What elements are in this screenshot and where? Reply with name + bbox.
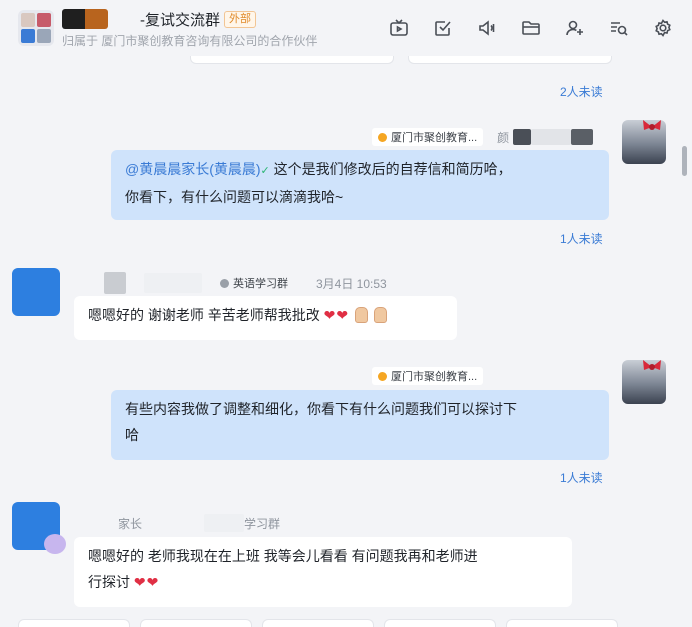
previous-attachments bbox=[190, 56, 612, 64]
avatar-decoration bbox=[44, 534, 66, 554]
next-attachments bbox=[18, 619, 618, 627]
group-tag-label: 英语学习群 bbox=[233, 278, 288, 290]
org-tag: 厦门市聚创教育... bbox=[372, 128, 484, 146]
redacted-name bbox=[531, 129, 572, 145]
redacted-name bbox=[104, 272, 126, 294]
file-card[interactable] bbox=[18, 619, 130, 627]
unread-count[interactable]: 1人未读 bbox=[560, 230, 603, 247]
file-card[interactable] bbox=[384, 619, 496, 627]
message-bubble[interactable]: 有些内容我做了调整和细化，你看下有什么问题我们可以探讨下 哈 bbox=[111, 390, 609, 460]
member-avatar bbox=[37, 13, 51, 27]
org-icon bbox=[378, 371, 387, 381]
announcement-icon[interactable] bbox=[472, 14, 502, 42]
unread-count[interactable]: 2人未读 bbox=[560, 83, 603, 100]
tv-icon[interactable] bbox=[384, 14, 414, 42]
member-avatar bbox=[37, 29, 51, 43]
member-avatar bbox=[21, 29, 35, 43]
avatar[interactable] bbox=[12, 502, 66, 554]
bow-icon bbox=[643, 120, 661, 130]
fist-emoji-icon bbox=[355, 307, 369, 323]
message-bubble[interactable]: @黄晨晨家长(黄晨晨)✓ 这个是我们修改后的自荐信和简历哈， 你看下，有什么问题… bbox=[111, 150, 609, 220]
sender-name: 家长 bbox=[118, 516, 143, 531]
heart-emoji: ❤❤ bbox=[133, 574, 160, 590]
mention[interactable]: @黄晨晨家长(黄晨晨) bbox=[125, 161, 261, 177]
group-subtitle: 归属于 厦门市聚创教育咨询有限公司的合作伙伴 bbox=[62, 34, 318, 48]
task-check-icon[interactable] bbox=[428, 14, 458, 42]
add-member-icon[interactable] bbox=[560, 14, 590, 42]
file-card[interactable] bbox=[190, 56, 394, 64]
file-card[interactable] bbox=[506, 619, 618, 627]
redacted-name bbox=[144, 273, 202, 293]
avatar[interactable] bbox=[622, 120, 666, 164]
message-text: 这个是我们修改后的自荐信和简历哈， bbox=[269, 161, 512, 177]
redacted-name bbox=[571, 129, 594, 145]
message-text: 有些内容我做了调整和细化，你看下有什么问题我们可以探讨下 bbox=[125, 401, 517, 417]
sender-name: 颜 bbox=[497, 130, 510, 145]
message-bubble[interactable]: 嗯嗯好的 老师我现在在上班 我等会儿看看 有问题我再和老师进 行探讨 ❤❤ bbox=[74, 537, 572, 607]
file-card[interactable] bbox=[408, 56, 612, 64]
redacted-name bbox=[513, 129, 532, 145]
org-icon bbox=[378, 132, 387, 142]
file-card[interactable] bbox=[262, 619, 374, 627]
timestamp: 3月4日 10:53 bbox=[316, 276, 387, 291]
bow-icon bbox=[643, 360, 661, 370]
message-text: 哈 bbox=[125, 427, 139, 443]
group-tag-label: 学习群 bbox=[244, 516, 281, 531]
avatar[interactable] bbox=[12, 268, 60, 316]
org-tag-label: 厦门市聚创教育... bbox=[391, 132, 478, 144]
message-text: 你看下，有什么问题可以滴滴我哈~ bbox=[125, 189, 344, 205]
group-icon bbox=[220, 278, 229, 288]
scrollbar-thumb[interactable] bbox=[682, 146, 687, 176]
group-avatar[interactable] bbox=[18, 10, 54, 46]
message-text: 嗯嗯好的 谢谢老师 辛苦老师帮我批改 bbox=[88, 307, 320, 323]
header-toolbar bbox=[384, 14, 678, 42]
message-meta: 英语学习群 3月4日 10:53 bbox=[104, 272, 387, 294]
message-meta: 厦门市聚创教育... bbox=[372, 367, 484, 385]
avatar[interactable] bbox=[622, 360, 666, 404]
redacted-name bbox=[204, 514, 245, 532]
message-meta: 家长 学习群 bbox=[118, 514, 280, 532]
message-text: 嗯嗯好的 老师我现在在上班 我等会儿看看 有问题我再和老师进 bbox=[88, 548, 478, 564]
search-history-icon[interactable] bbox=[604, 14, 634, 42]
heart-emoji: ❤❤ bbox=[323, 307, 350, 323]
message-meta: 厦门市聚创教育... 颜 bbox=[372, 128, 594, 146]
file-card[interactable] bbox=[140, 619, 252, 627]
settings-icon[interactable] bbox=[648, 14, 678, 42]
org-tag-label: 厦门市聚创教育... bbox=[391, 371, 478, 383]
group-tag: 英语学习群 bbox=[214, 274, 294, 292]
redacted-name bbox=[62, 9, 108, 29]
chat-header: -复试交流群 外部 归属于 厦门市聚创教育咨询有限公司的合作伙伴 bbox=[0, 0, 692, 56]
external-badge: 外部 bbox=[224, 10, 256, 28]
fist-emoji-icon bbox=[373, 307, 387, 323]
org-tag: 厦门市聚创教育... bbox=[372, 367, 484, 385]
message-text: 行探讨 bbox=[88, 574, 130, 590]
read-check-icon: ✓ bbox=[260, 165, 270, 177]
folder-icon[interactable] bbox=[516, 14, 546, 42]
group-title-row[interactable]: -复试交流群 外部 bbox=[62, 8, 256, 30]
message-bubble[interactable]: 嗯嗯好的 谢谢老师 辛苦老师帮我批改 ❤❤ bbox=[74, 296, 457, 340]
group-title: -复试交流群 bbox=[140, 11, 220, 29]
message-list[interactable]: 2人未读 厦门市聚创教育... 颜 @黄晨晨家长(黄晨晨)✓ 这个是我们修改后的… bbox=[0, 56, 692, 627]
member-avatar bbox=[21, 13, 35, 27]
unread-count[interactable]: 1人未读 bbox=[560, 469, 603, 486]
